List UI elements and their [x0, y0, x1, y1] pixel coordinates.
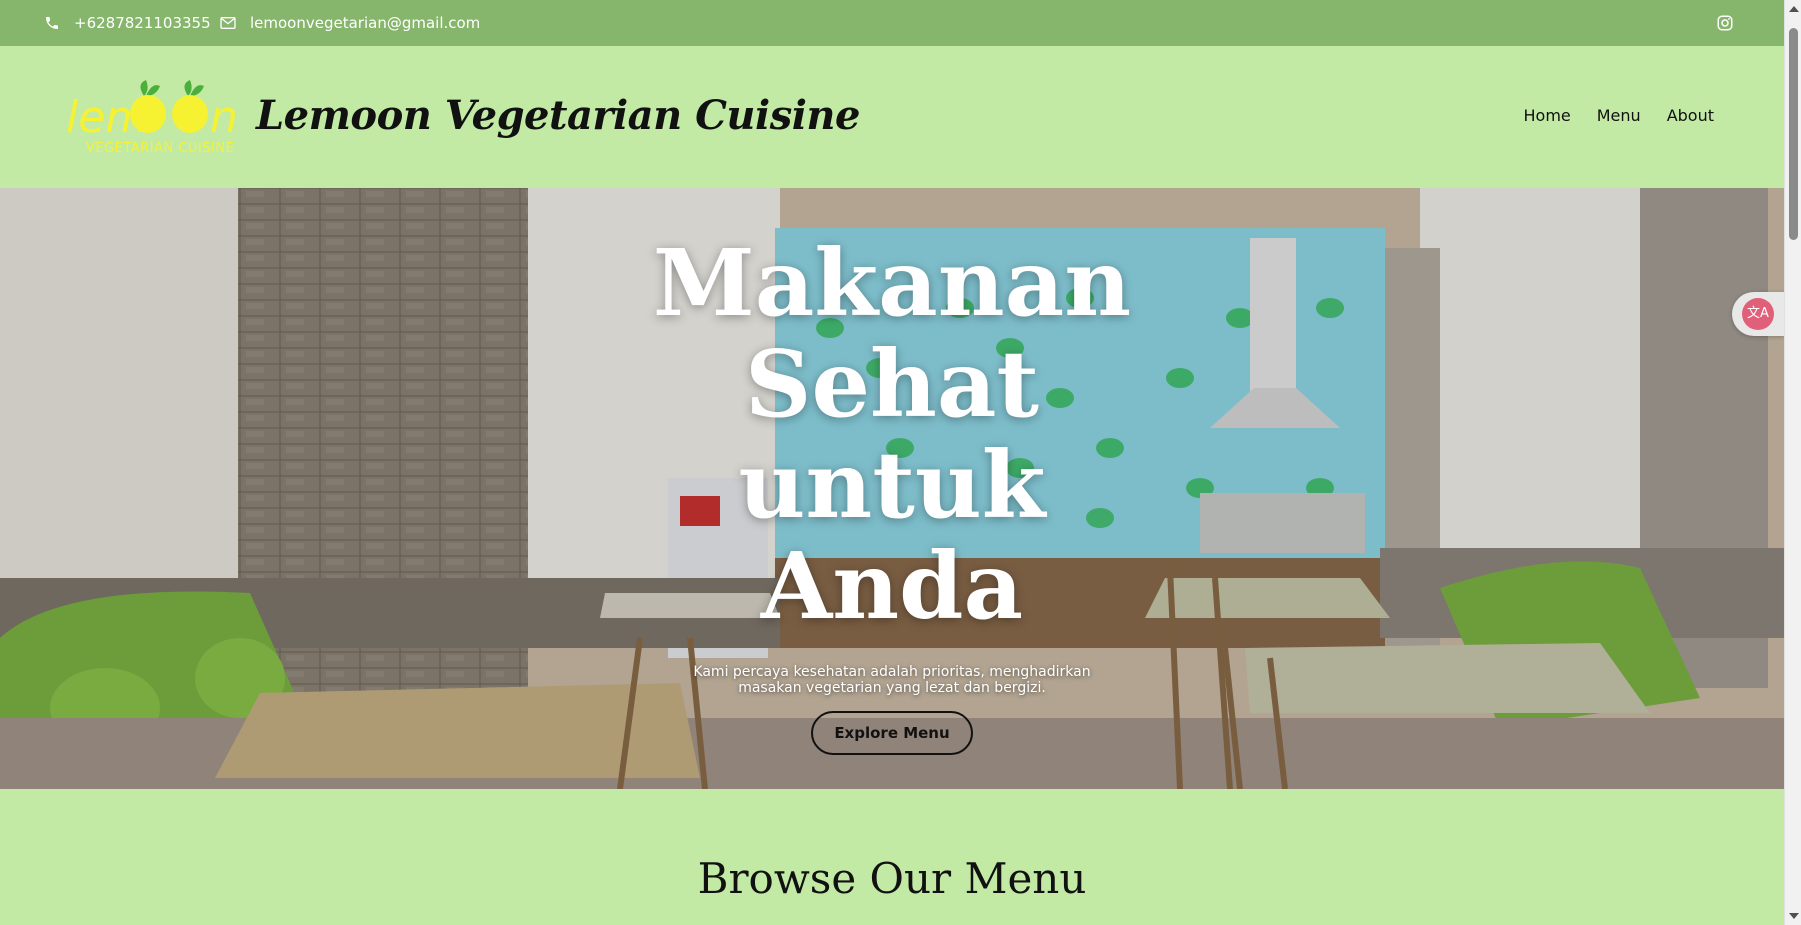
hero-title-line: Sehat — [745, 330, 1039, 438]
browse-menu-heading: Browse Our Menu — [697, 854, 1087, 903]
hero-title-line: Makanan — [652, 229, 1132, 337]
page-scrollbar[interactable] — [1784, 0, 1801, 925]
email-contact[interactable]: lemoonvegetarian@gmail.com — [220, 0, 480, 46]
site-header: lem n VEGETARIAN CUISINE Lemoon Vegetari… — [0, 46, 1784, 188]
envelope-icon — [220, 16, 236, 30]
browse-menu-section: Browse Our Menu — [0, 789, 1784, 925]
phone-icon — [44, 15, 60, 31]
brand-title[interactable]: Lemoon Vegetarian Cuisine — [256, 92, 860, 139]
email-address: lemoonvegetarian@gmail.com — [250, 14, 481, 32]
hero-title-line: Anda — [760, 532, 1024, 640]
hero-title-line: untuk — [738, 431, 1046, 539]
phone-number: +6287821103355 — [74, 14, 211, 32]
nav-menu[interactable]: Menu — [1597, 106, 1641, 125]
svg-text:n: n — [210, 92, 238, 143]
scrollbar-thumb[interactable] — [1789, 28, 1798, 240]
svg-text:lem: lem — [66, 92, 148, 143]
top-contact-bar: +6287821103355 lemoonvegetarian@gmail.co… — [0, 0, 1784, 46]
hero-title: Makanan Sehat untuk Anda — [0, 233, 1784, 637]
translate-widget[interactable]: 文A — [1732, 292, 1784, 336]
hero-section: Makanan Sehat untuk Anda Kami percaya ke… — [0, 188, 1784, 789]
scroll-down-arrow-icon[interactable] — [1789, 913, 1799, 919]
main-nav: Home Menu About — [1524, 106, 1715, 125]
hero-subtitle: Kami percaya kesehatan adalah prioritas,… — [693, 664, 1091, 696]
phone-contact[interactable]: +6287821103355 — [44, 0, 211, 46]
translate-icon: 文A — [1742, 298, 1774, 330]
brand-logo[interactable]: lem n VEGETARIAN CUISINE — [64, 76, 244, 158]
explore-menu-button[interactable]: Explore Menu — [811, 711, 973, 755]
instagram-icon[interactable] — [1716, 14, 1734, 32]
page: +6287821103355 lemoonvegetarian@gmail.co… — [0, 0, 1784, 925]
nav-home[interactable]: Home — [1524, 106, 1571, 125]
logo-tagline: VEGETARIAN CUISINE — [86, 141, 234, 156]
scroll-up-arrow-icon[interactable] — [1789, 6, 1799, 12]
nav-about[interactable]: About — [1667, 106, 1714, 125]
